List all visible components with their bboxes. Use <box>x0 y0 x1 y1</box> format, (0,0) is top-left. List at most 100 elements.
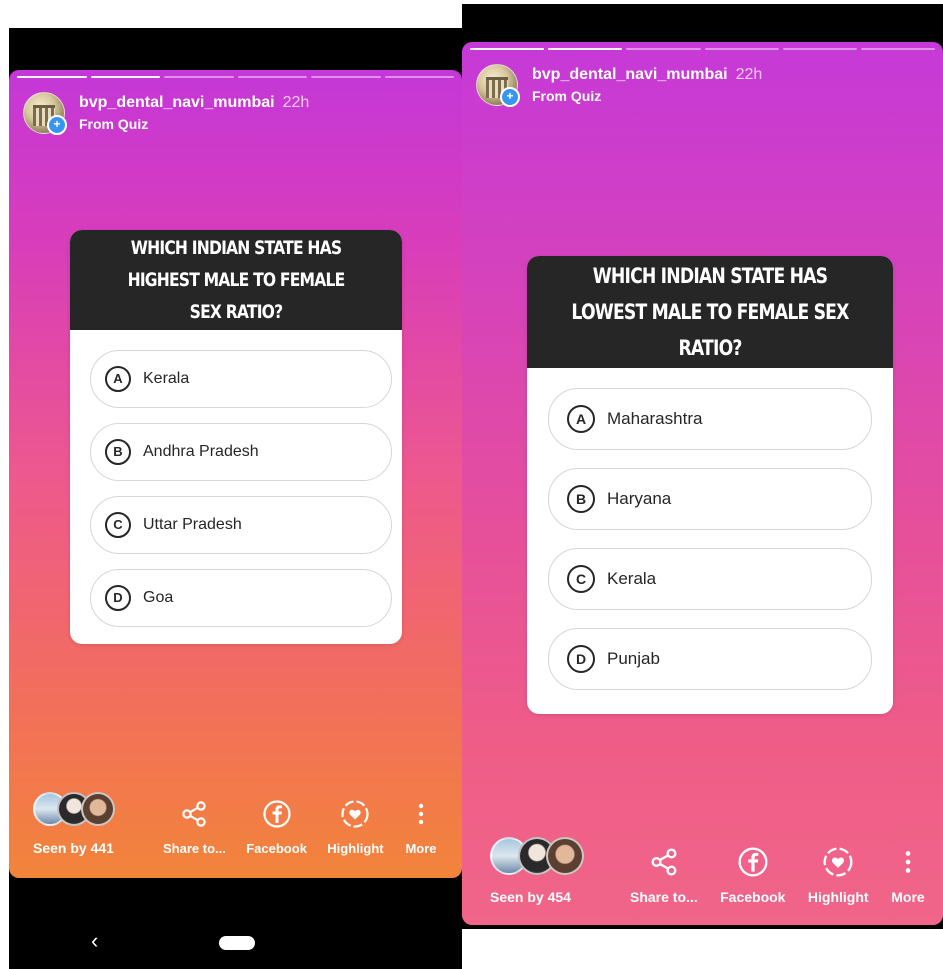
share-label: Share to... <box>630 889 698 905</box>
highlight-label: Highlight <box>807 889 869 905</box>
option-letter-b: B <box>105 439 131 465</box>
progress-segment <box>17 76 87 78</box>
android-nav-bar: ‹ <box>9 878 462 969</box>
option-letter-c: C <box>105 512 131 538</box>
story-actions: Share to... Facebook Highlight More <box>163 797 462 856</box>
facebook-label: Facebook <box>246 841 307 856</box>
post-time: 22h <box>735 66 763 83</box>
screenshot-canvas: + bvp_dental_navi_mumbai 22h From Quiz WH… <box>0 0 943 969</box>
story-subtitle: From Quiz <box>79 116 149 132</box>
story-meta: bvp_dental_navi_mumbai 22h From Quiz <box>79 94 309 132</box>
progress-segment <box>548 48 623 50</box>
viewer-avatars <box>33 792 115 826</box>
quiz-sticker: WHICH INDIAN STATE HAS LOWEST MALE TO FE… <box>527 256 893 714</box>
story-subtitle: From Quiz <box>532 88 602 104</box>
progress-segment <box>90 76 160 78</box>
chevron-left-icon[interactable]: ‹ <box>91 930 98 952</box>
avatar[interactable]: + <box>23 92 67 135</box>
story-progress-bar <box>470 48 936 50</box>
option-text: Goa <box>143 589 174 606</box>
seen-by-label: Seen by 454 <box>490 889 571 905</box>
seen-by[interactable]: Seen by 454 <box>490 837 630 905</box>
add-story-plus-icon[interactable]: + <box>47 115 67 135</box>
more-label: More <box>891 889 925 905</box>
facebook-button[interactable]: Facebook <box>720 845 785 905</box>
quiz-option-b[interactable]: B Andhra Pradesh <box>90 423 392 481</box>
option-letter-a: A <box>567 405 595 433</box>
highlight-label: Highlight <box>327 841 384 856</box>
viewer-avatar <box>81 792 115 826</box>
highlight-button[interactable]: Highlight <box>327 797 384 856</box>
option-letter-a: A <box>105 366 131 392</box>
story-actions: Share to... Facebook Highlight More <box>630 845 943 905</box>
option-text: Kerala <box>607 569 657 588</box>
facebook-label: Facebook <box>720 889 786 905</box>
progress-segment <box>626 48 701 50</box>
option-text: Maharashtra <box>607 409 703 428</box>
home-pill-icon[interactable] <box>219 936 255 950</box>
option-text: Haryana <box>607 489 672 508</box>
quiz-question: WHICH INDIAN STATE HAS LOWEST MALE TO FE… <box>527 256 893 368</box>
quiz-option-d[interactable]: D Punjab <box>548 628 872 690</box>
quiz-option-a[interactable]: A Maharashtra <box>548 388 872 450</box>
story-header: + bvp_dental_navi_mumbai 22h From Quiz <box>23 92 309 135</box>
viewer-avatar <box>546 837 584 875</box>
progress-segment <box>237 76 307 78</box>
quiz-option-c[interactable]: C Kerala <box>548 548 872 610</box>
story-footer: Seen by 454 Share to... Facebook Highlig… <box>462 837 943 905</box>
quiz-option-d[interactable]: D Goa <box>90 569 392 627</box>
share-icon <box>177 797 211 831</box>
story-footer: Seen by 441 Share to... Facebook Highlig… <box>9 792 462 856</box>
share-to-button[interactable]: Share to... <box>163 797 226 856</box>
share-to-button[interactable]: Share to... <box>630 845 698 905</box>
progress-segment <box>384 76 454 78</box>
more-button[interactable]: More <box>404 797 438 856</box>
more-vertical-icon <box>891 845 925 879</box>
option-text: Andhra Pradesh <box>143 443 259 460</box>
progress-segment <box>470 48 545 50</box>
story-meta: bvp_dental_navi_mumbai 22h From Quiz <box>532 66 762 104</box>
quiz-options: A Kerala B Andhra Pradesh C Uttar Prades… <box>70 330 402 627</box>
highlight-heart-icon <box>821 845 855 879</box>
quiz-sticker: WHICH INDIAN STATE HAS HIGHEST MALE TO F… <box>70 230 402 644</box>
progress-segment <box>782 48 857 50</box>
avatar[interactable]: + <box>476 64 520 107</box>
highlight-heart-icon <box>338 797 372 831</box>
share-label: Share to... <box>163 841 226 856</box>
option-letter-b: B <box>567 485 595 513</box>
progress-segment <box>164 76 234 78</box>
story-right[interactable]: + bvp_dental_navi_mumbai 22h From Quiz WH… <box>462 42 943 925</box>
more-label: More <box>405 841 437 856</box>
highlight-button[interactable]: Highlight <box>808 845 869 905</box>
seen-by[interactable]: Seen by 441 <box>33 792 163 856</box>
facebook-icon <box>260 797 294 831</box>
add-story-plus-icon[interactable]: + <box>500 87 520 107</box>
option-text: Kerala <box>143 370 190 387</box>
quiz-option-a[interactable]: A Kerala <box>90 350 392 408</box>
share-icon <box>647 845 681 879</box>
progress-segment <box>860 48 936 50</box>
quiz-options: A Maharashtra B Haryana C Kerala D Punja… <box>527 368 893 690</box>
option-letter-d: D <box>567 645 595 673</box>
quiz-option-b[interactable]: B Haryana <box>548 468 872 530</box>
progress-segment <box>704 48 779 50</box>
seen-by-label: Seen by 441 <box>33 840 114 856</box>
option-text: Punjab <box>607 649 660 668</box>
progress-segment <box>311 76 381 78</box>
username[interactable]: bvp_dental_navi_mumbai <box>532 66 728 83</box>
post-time: 22h <box>282 94 310 111</box>
option-letter-d: D <box>105 585 131 611</box>
username[interactable]: bvp_dental_navi_mumbai <box>79 94 275 111</box>
more-vertical-icon <box>404 797 438 831</box>
story-progress-bar <box>17 76 454 78</box>
more-button[interactable]: More <box>891 845 925 905</box>
facebook-button[interactable]: Facebook <box>246 797 307 856</box>
quiz-option-c[interactable]: C Uttar Pradesh <box>90 496 392 554</box>
story-header: + bvp_dental_navi_mumbai 22h From Quiz <box>476 64 762 107</box>
option-letter-c: C <box>567 565 595 593</box>
viewer-avatars <box>490 837 584 875</box>
facebook-icon <box>736 845 770 879</box>
story-left[interactable]: + bvp_dental_navi_mumbai 22h From Quiz WH… <box>9 70 462 878</box>
option-text: Uttar Pradesh <box>143 516 242 533</box>
quiz-question: WHICH INDIAN STATE HAS HIGHEST MALE TO F… <box>70 230 402 330</box>
